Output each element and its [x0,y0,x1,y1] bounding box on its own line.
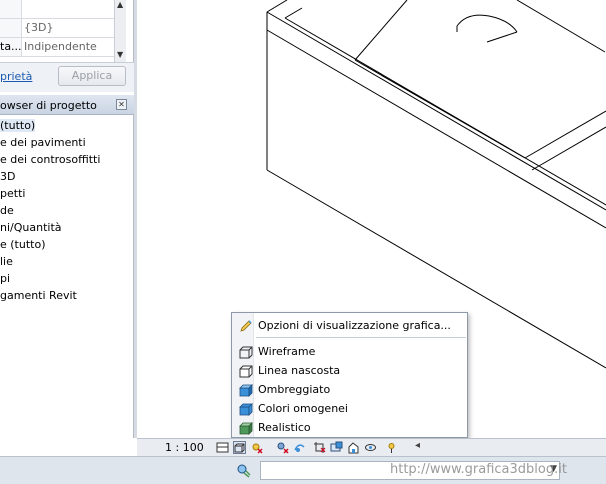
apply-button[interactable]: Applica [58,66,126,86]
project-browser-header: owser di progetto ✕ [0,95,134,115]
tree-item[interactable]: 3D [0,168,134,185]
tree-item[interactable]: petti [0,185,134,202]
property-name [0,19,22,37]
project-browser: owser di progetto ✕ (tutto) e dei pavime… [0,95,134,438]
crop-view-icon[interactable] [313,441,326,454]
detail-level-icon[interactable] [216,441,229,454]
show-crop-region-icon[interactable] [330,441,343,454]
property-value: Indipendente [24,40,97,53]
menu-item-shaded[interactable]: Ombreggiato [232,381,467,399]
property-name: ta... [0,38,22,56]
visual-style-icon[interactable] [233,441,246,454]
scroll-down-icon[interactable]: ▼ [117,50,123,59]
menu-item-realistic[interactable]: Realistico [232,419,467,437]
tree-item[interactable]: (tutto) [0,117,134,134]
properties-scrollbar[interactable]: ▲ ▼ [114,0,126,62]
tree-item[interactable]: e dei controsoffitti [0,151,134,168]
worksets-icon[interactable] [236,463,252,479]
temporary-hide-icon[interactable] [364,441,377,454]
wireframe-cube-icon [239,346,253,359]
scroll-up-icon[interactable]: ▲ [117,0,123,9]
menu-item-hidden-line[interactable]: Linea nascosta [232,362,467,380]
chevron-left-icon[interactable]: ◂ [415,440,420,451]
hidden-line-cube-icon [239,365,253,378]
project-browser-title: owser di progetto [0,99,97,112]
properties-grid: {3D} ta... Indipendente ▲ ▼ [0,0,126,62]
menu-item-label: Linea nascosta [258,364,341,377]
property-row[interactable]: ta... Indipendente [0,38,124,57]
tree-item[interactable]: gamenti Revit [0,287,134,304]
tree-item[interactable]: e (tutto) [0,236,134,253]
graphics-display-options-label: Opzioni di visualizzazione grafica... [258,319,451,332]
menu-item-label: Colori omogenei [258,402,348,415]
menu-item-label: Ombreggiato [258,383,331,396]
tree-item[interactable]: lie [0,253,134,270]
property-value: {3D} [24,21,54,34]
close-icon[interactable]: ✕ [116,99,127,110]
watermark-text: http://www.grafica3dblog.it [390,462,567,477]
graphics-display-options-item[interactable]: Opzioni di visualizzazione grafica... [232,317,467,335]
view-scale[interactable]: 1 : 100 [165,441,204,454]
reveal-hidden-icon[interactable] [385,441,398,454]
tree-item[interactable]: de [0,202,134,219]
menu-item-consistent-colors[interactable]: Colori omogenei [232,400,467,418]
property-row[interactable] [0,0,124,19]
tree-item[interactable]: pi [0,270,134,287]
browser-tree: (tutto) e dei pavimenti e dei controsoff… [0,117,134,304]
menu-item-label: Wireframe [258,345,316,358]
pencil-icon [240,320,252,332]
tree-item[interactable]: ni/Quantità [0,219,134,236]
view-control-bar: 1 : 100 ◂ [137,438,606,456]
menu-separator [256,337,466,338]
menu-item-wireframe[interactable]: Wireframe [232,343,467,361]
shadows-off-icon[interactable] [276,441,289,454]
lock-3d-view-icon[interactable] [347,441,360,454]
type-properties-link[interactable]: prietà [0,70,32,83]
realistic-cube-icon [239,422,253,435]
shaded-cube-icon [239,384,253,397]
property-name [0,0,22,18]
menu-item-label: Realistico [258,421,311,434]
properties-panel: {3D} ta... Indipendente ▲ ▼ prietà Appli… [0,0,134,92]
consistent-colors-cube-icon [239,403,253,416]
tree-item[interactable]: e dei pavimenti [0,134,134,151]
rendering-dialog-icon[interactable] [293,441,306,454]
properties-footer: prietà Applica [0,62,134,92]
sun-path-off-icon[interactable] [250,441,263,454]
property-row[interactable]: {3D} [0,19,124,38]
visual-style-menu: Opzioni di visualizzazione grafica... Wi… [231,312,468,438]
